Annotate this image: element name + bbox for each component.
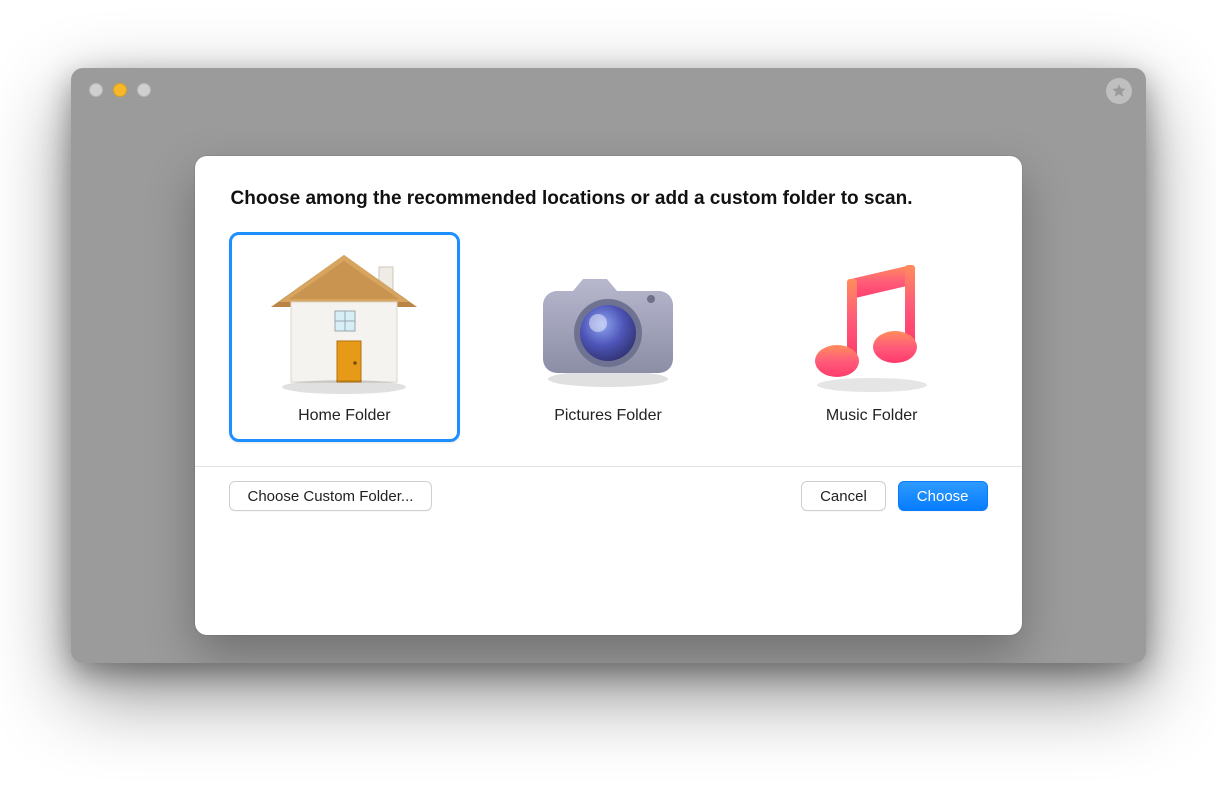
titlebar bbox=[71, 68, 1146, 112]
zoom-window-button[interactable] bbox=[137, 83, 151, 97]
choose-folder-sheet: Choose among the recommended locations o… bbox=[195, 156, 1022, 635]
cancel-button[interactable]: Cancel bbox=[801, 481, 886, 511]
app-window: Choose among the recommended locations o… bbox=[71, 68, 1146, 663]
star-icon[interactable] bbox=[1106, 78, 1132, 104]
home-folder-icon bbox=[259, 247, 429, 397]
camera-icon bbox=[523, 247, 693, 397]
traffic-lights bbox=[89, 83, 151, 97]
location-options: Home Folder bbox=[229, 232, 988, 442]
dialog-heading: Choose among the recommended locations o… bbox=[231, 188, 988, 210]
option-label: Music Folder bbox=[826, 407, 918, 425]
minimize-window-button[interactable] bbox=[113, 83, 127, 97]
choose-button[interactable]: Choose bbox=[898, 481, 988, 511]
close-window-button[interactable] bbox=[89, 83, 103, 97]
option-music-folder[interactable]: Music Folder bbox=[756, 232, 988, 442]
dialog-footer: Choose Custom Folder... Cancel Choose bbox=[229, 467, 988, 529]
choose-custom-folder-button[interactable]: Choose Custom Folder... bbox=[229, 481, 433, 511]
option-label: Pictures Folder bbox=[554, 407, 662, 425]
music-note-icon bbox=[787, 247, 957, 397]
option-home-folder[interactable]: Home Folder bbox=[229, 232, 461, 442]
option-label: Home Folder bbox=[298, 407, 390, 425]
option-pictures-folder[interactable]: Pictures Folder bbox=[492, 232, 724, 442]
